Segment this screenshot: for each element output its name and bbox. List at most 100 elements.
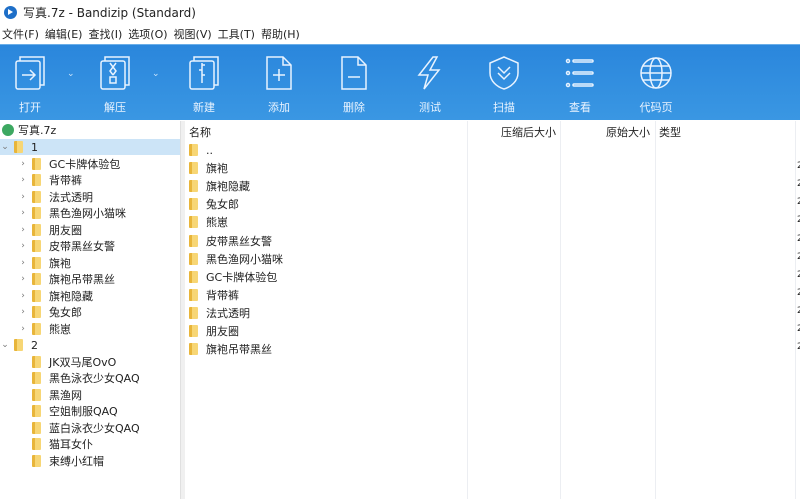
new-archive-icon xyxy=(189,56,219,90)
menu-item[interactable]: 帮助(H) xyxy=(259,26,304,42)
list-header: 名称 压缩后大小 原始大小 类型 xyxy=(185,121,800,141)
folder-icon xyxy=(32,240,41,252)
open-button[interactable]: 打开 xyxy=(0,45,60,121)
tree-item[interactable]: › 旗袍 xyxy=(0,255,180,271)
tree-item[interactable]: › 旗袍吊带黑丝 xyxy=(0,271,180,287)
shield-icon xyxy=(489,56,519,90)
column-header-name[interactable]: 名称 xyxy=(189,124,211,140)
tree-item[interactable]: › 旗袍隐藏 xyxy=(0,288,180,304)
globe-icon xyxy=(640,57,672,89)
tree-item-label: 猫耳女仆 xyxy=(49,438,93,451)
folder-icon xyxy=(14,141,23,153)
tree-item[interactable]: › GC卡牌体验包 xyxy=(0,156,180,172)
list-row[interactable]: .. xyxy=(189,141,213,159)
menu-item[interactable]: 文件(F) xyxy=(0,26,43,42)
menu-item[interactable]: 视图(V) xyxy=(172,26,216,42)
tree-folder-2[interactable]: ⌄ 2 xyxy=(0,337,180,353)
list-row-name: 皮带黑丝女警 xyxy=(206,234,272,248)
chevron-right-icon[interactable]: › xyxy=(18,258,28,268)
toolbar: 打开 ⌄ 解压 ⌄ 新建 添加 删除 测试 扫描 查看 代码页 xyxy=(0,44,800,120)
extract-button[interactable]: 解压 xyxy=(85,45,145,121)
list-row[interactable]: GC卡牌体验包 xyxy=(189,268,277,286)
list-row[interactable]: 兔女郎 xyxy=(189,195,239,213)
tree-item[interactable]: JK双马尾OvO xyxy=(0,354,180,370)
chevron-right-icon[interactable]: › xyxy=(18,159,28,169)
tree-item[interactable]: › 背带裤 xyxy=(0,172,180,188)
list-row[interactable]: 旗袍隐藏 xyxy=(189,177,250,195)
folder-icon xyxy=(189,180,198,193)
folder-icon xyxy=(32,405,41,417)
folder-icon xyxy=(189,270,198,283)
tree-item[interactable]: › 朋友圈 xyxy=(0,222,180,238)
tree-item-label: 熊崽 xyxy=(49,322,71,336)
tree-item-label: 背带裤 xyxy=(49,174,82,187)
open-dropdown-chevron-icon[interactable]: ⌄ xyxy=(67,69,75,79)
folder-icon xyxy=(189,288,198,301)
list-row[interactable]: 旗袍吊带黑丝 xyxy=(189,340,272,358)
chevron-right-icon[interactable]: › xyxy=(18,192,28,202)
tree-item[interactable]: › 皮带黑丝女警 xyxy=(0,238,180,254)
column-header-type[interactable]: 类型 xyxy=(659,124,681,140)
folder-icon xyxy=(32,322,41,335)
chevron-right-icon[interactable]: › xyxy=(18,241,28,251)
menu-item[interactable]: 工具(T) xyxy=(216,26,259,42)
tree-item[interactable]: › 法式透明 xyxy=(0,189,180,205)
list-row[interactable]: 旗袍 xyxy=(189,159,228,177)
chevron-right-icon[interactable]: › xyxy=(18,225,28,235)
menu-item[interactable]: 查找(I) xyxy=(86,26,126,42)
list-row-name: 旗袍隐藏 xyxy=(206,180,250,194)
chevron-right-icon[interactable]: › xyxy=(18,274,28,284)
tree-item-label: 皮带黑丝女警 xyxy=(49,240,115,253)
extract-icon xyxy=(100,56,130,90)
tree-item[interactable]: › 黑色渔网小猫咪 xyxy=(0,205,180,221)
chevron-right-icon[interactable]: › xyxy=(18,291,28,301)
column-header-compressed-size[interactable]: 压缩后大小 xyxy=(501,124,556,140)
tree-item[interactable]: 束缚小红帽 xyxy=(0,453,180,469)
chevron-right-icon[interactable]: › xyxy=(18,175,28,185)
tree-item[interactable]: 黑渔网 xyxy=(0,387,180,403)
tree-item[interactable]: 空姐制服QAQ xyxy=(0,403,180,419)
column-header-original-size[interactable]: 原始大小 xyxy=(606,124,650,140)
chevron-down-icon[interactable]: ⌄ xyxy=(0,142,10,152)
folder-icon xyxy=(32,207,41,219)
test-button[interactable]: 测试 xyxy=(400,45,460,121)
list-row[interactable]: 法式透明 xyxy=(189,304,250,322)
chevron-down-icon[interactable]: ⌄ xyxy=(0,340,10,350)
tree-folder-1[interactable]: ⌄ 1 xyxy=(0,139,180,155)
menu-item[interactable]: 编辑(E) xyxy=(43,26,87,42)
add-button[interactable]: 添加 xyxy=(249,45,309,121)
list-row-name: 旗袍吊带黑丝 xyxy=(206,343,272,357)
tree-item[interactable]: 猫耳女仆 xyxy=(0,436,180,452)
tree-item[interactable]: 黑色泳衣少女QAQ xyxy=(0,370,180,386)
scan-button[interactable]: 扫描 xyxy=(474,45,534,121)
folder-icon xyxy=(32,289,41,302)
tree-item[interactable]: › 兔女郎 xyxy=(0,304,180,320)
tree-item[interactable]: 蓝白泳衣少女QAQ xyxy=(0,420,180,436)
list-view-icon xyxy=(565,58,594,88)
list-row[interactable]: 朋友圈 xyxy=(189,322,239,340)
tree-item[interactable]: › 熊崽 xyxy=(0,321,180,337)
delete-button[interactable]: 删除 xyxy=(324,45,384,121)
test-label: 测试 xyxy=(419,101,441,114)
view-button[interactable]: 查看 xyxy=(550,45,610,121)
open-label: 打开 xyxy=(19,101,41,114)
menu-item[interactable]: 选项(O) xyxy=(126,26,171,42)
title-bar: 写真.7z - Bandizip (Standard) xyxy=(0,0,800,24)
extract-dropdown-chevron-icon[interactable]: ⌄ xyxy=(152,69,160,79)
list-row[interactable]: 熊崽 xyxy=(189,213,228,231)
chevron-right-icon[interactable]: › xyxy=(18,324,28,334)
tree-item-label: 兔女郎 xyxy=(49,306,82,319)
new-button[interactable]: 新建 xyxy=(174,45,234,121)
chevron-right-icon[interactable]: › xyxy=(18,307,28,317)
list-row[interactable]: 黑色渔网小猫咪 xyxy=(189,250,283,268)
folder-icon xyxy=(32,421,41,434)
list-row[interactable]: 皮带黑丝女警 xyxy=(189,232,272,250)
menu-bar: 文件(F) 编辑(E) 查找(I) 选项(O) 视图(V) 工具(T) 帮助(H) xyxy=(0,24,304,44)
folder-icon xyxy=(189,306,198,319)
codepage-button[interactable]: 代码页 xyxy=(626,45,686,121)
folder-icon xyxy=(189,325,198,337)
chevron-right-icon[interactable]: › xyxy=(18,208,28,218)
list-row[interactable]: 背带裤 xyxy=(189,286,239,304)
tree-root-archive[interactable]: 写真.7z xyxy=(0,122,180,138)
window-title: 写真.7z - Bandizip (Standard) xyxy=(23,5,196,20)
